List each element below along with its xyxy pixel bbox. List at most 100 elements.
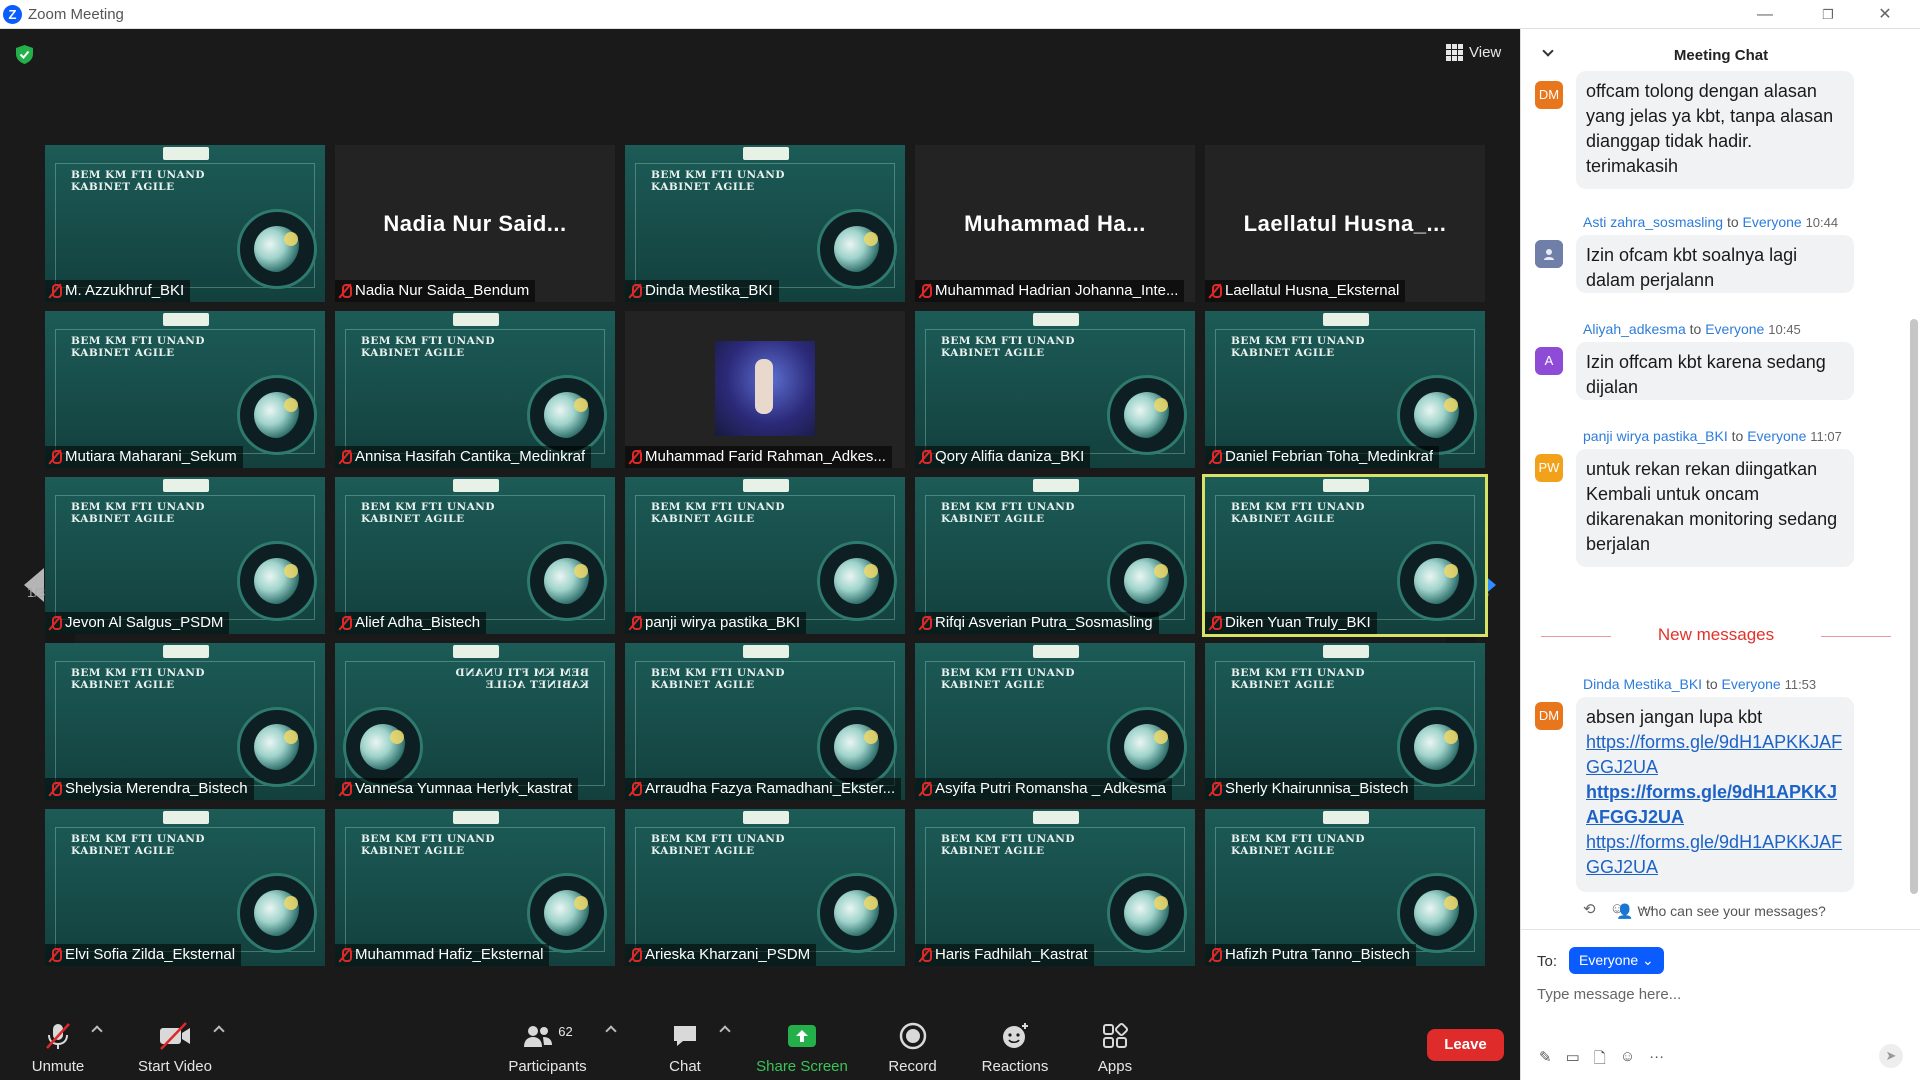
participant-tile[interactable]: BEM KM FTI UNAND KABINET AGILE Arieska Kha… bbox=[625, 809, 905, 966]
participant-tile[interactable]: Muhammad Ha... Muhammad Hadrian Johanna_I… bbox=[915, 145, 1195, 302]
participants-button[interactable]: 62 Participants bbox=[500, 1019, 595, 1076]
participant-tile[interactable]: BEM KM FTI UNAND KABINET AGILE Hafizh Putr… bbox=[1205, 809, 1485, 966]
participant-name-label: Qory Alifia daniza_BKI bbox=[915, 446, 1091, 468]
participant-tile[interactable]: BEM KM FTI UNAND KABINET AGILE Annisa Hasi… bbox=[335, 311, 615, 468]
unmute-button[interactable]: Unmute bbox=[24, 1019, 92, 1075]
virtual-background-text: BEM KM FTI UNAND KABINET AGILE bbox=[361, 833, 495, 857]
close-button[interactable]: ✕ bbox=[1862, 2, 1908, 27]
participant-tile[interactable]: BEM KM FTI UNAND KABINET AGILE M. Azzukhru… bbox=[45, 145, 325, 302]
format-text-icon[interactable]: ✎ bbox=[1539, 1048, 1552, 1073]
to-word: to bbox=[1726, 214, 1739, 230]
participant-tile[interactable]: BEM KM FTI UNAND KABINET AGILE Sherly Khai… bbox=[1205, 643, 1485, 800]
participant-name: panji wirya pastika_BKI bbox=[645, 614, 801, 631]
muted-mic-icon bbox=[49, 615, 62, 631]
chat-message-list[interactable]: DM offcam tolong dengan alasan yang jela… bbox=[1521, 69, 1911, 923]
reactions-button[interactable]: Reactions bbox=[975, 1019, 1055, 1075]
restore-button[interactable]: ❐ bbox=[1805, 2, 1851, 27]
virtual-background-text: BEM KM FTI UNAND KABINET AGILE bbox=[361, 335, 495, 359]
audio-options-caret-icon[interactable] bbox=[91, 1025, 103, 1037]
participant-tile[interactable]: Nadia Nur Said... Nadia Nur Saida_Bendum bbox=[335, 145, 615, 302]
participant-name: Arieska Kharzani_PSDM bbox=[645, 946, 811, 963]
view-button[interactable]: View bbox=[1446, 41, 1501, 63]
virtual-background-text: BEM KM FTI UNAND KABINET AGILE bbox=[651, 169, 785, 193]
participant-tile[interactable]: BEM KM FTI UNAND KABINET AGILE Mutiara Mah… bbox=[45, 311, 325, 468]
participant-display-name: Laellatul Husna_... bbox=[1243, 211, 1447, 236]
avatar: A bbox=[1535, 347, 1563, 375]
video-off-icon bbox=[160, 1022, 190, 1050]
wolf-emblem-icon bbox=[1107, 541, 1187, 621]
participant-tile[interactable]: BEM KM FTI UNAND KABINET AGILE Elvi Sofia … bbox=[45, 809, 325, 966]
meeting-area: View 1/3 1/3 BEM KM FTI UNANDKABINET AGI… bbox=[0, 29, 1520, 1080]
participant-name: Muhammad Farid Rahman_Adkes... bbox=[645, 448, 886, 465]
sender-name[interactable]: panji wirya pastika_BKI bbox=[1583, 428, 1728, 444]
bg-line-2: KABINET AGILE bbox=[651, 181, 755, 193]
participant-tile[interactable]: BEM KM FTI UNAND KABINET AGILE Vannesa Yum… bbox=[335, 643, 615, 800]
participant-tile[interactable]: BEM KM FTI UNAND KABINET AGILE Muhammad Ha… bbox=[335, 809, 615, 966]
encryption-shield-icon[interactable] bbox=[16, 45, 33, 64]
share-screen-button[interactable]: Share Screen bbox=[752, 1019, 852, 1075]
bem-logos-icon bbox=[1323, 313, 1369, 326]
minimize-button[interactable]: — bbox=[1742, 2, 1788, 27]
participant-tile[interactable]: BEM KM FTI UNAND KABINET AGILE Daniel Febr… bbox=[1205, 311, 1485, 468]
person-eye-icon: 👤 bbox=[1616, 903, 1634, 919]
bg-line-1: BEM KM FTI UNAND bbox=[1231, 667, 1365, 679]
message-input[interactable]: Type message here... bbox=[1537, 986, 1681, 1003]
muted-mic-icon bbox=[339, 947, 352, 963]
wolf-emblem-icon bbox=[817, 209, 897, 289]
message-bubble: Izin ofcam kbt soalnya lagi dalam perjal… bbox=[1576, 235, 1854, 293]
participant-name-label: Elvi Sofia Zilda_Eksternal bbox=[45, 944, 242, 966]
participant-name: M. Azzukhruf_BKI bbox=[65, 282, 185, 299]
participant-tile[interactable]: BEM KM FTI UNAND KABINET AGILE Dinda Mesti… bbox=[625, 145, 905, 302]
participant-tile[interactable]: BEM KM FTI UNAND KABINET AGILE Alief Adha_… bbox=[335, 477, 615, 634]
who-can-see-link[interactable]: 👤 Who can see your messages? bbox=[1521, 903, 1920, 920]
sender-name[interactable]: Aliyah_adkesma bbox=[1583, 321, 1686, 337]
participant-tile[interactable]: BEM KM FTI UNAND KABINET AGILE panji wirya… bbox=[625, 477, 905, 634]
start-video-button[interactable]: Start Video bbox=[130, 1019, 220, 1075]
participant-tile[interactable]: BEM KM FTI UNAND KABINET AGILE Qory Alifia… bbox=[915, 311, 1195, 468]
more-tools-icon[interactable]: ··· bbox=[1649, 1048, 1664, 1073]
leave-button[interactable]: Leave bbox=[1427, 1029, 1504, 1061]
muted-mic-icon bbox=[1209, 615, 1222, 631]
send-icon[interactable]: ➤ bbox=[1879, 1044, 1903, 1068]
participant-tile[interactable]: BEM KM FTI UNAND KABINET AGILE Jevon Al Sa… bbox=[45, 477, 325, 634]
form-link[interactable]: https://forms.gle/9dH1APKKJAFGGJ2UA bbox=[1586, 780, 1844, 830]
participant-tile[interactable]: BEM KM FTI UNAND KABINET AGILE Rifqi Asver… bbox=[915, 477, 1195, 634]
participant-name: Muhammad Hadrian Johanna_Inte... bbox=[935, 282, 1179, 299]
sender-name[interactable]: Dinda Mestika_BKI bbox=[1583, 676, 1702, 692]
participant-tile[interactable]: Laellatul Husna_... Laellatul Husna_Ekste… bbox=[1205, 145, 1485, 302]
emoji-icon[interactable]: ☺ bbox=[1620, 1048, 1635, 1073]
participant-tile[interactable]: BEM KM FTI UNAND KABINET AGILE Haris Fadhi… bbox=[915, 809, 1195, 966]
chat-button[interactable]: Chat bbox=[660, 1019, 710, 1075]
participants-icon bbox=[524, 1026, 553, 1047]
to-word: to bbox=[1689, 321, 1702, 337]
chat-bubble-icon bbox=[674, 1026, 696, 1046]
chat-options-caret-icon[interactable] bbox=[719, 1025, 731, 1037]
screenshot-icon[interactable]: ▭ bbox=[1566, 1048, 1580, 1073]
apps-button[interactable]: Apps bbox=[1090, 1019, 1140, 1075]
participant-tile[interactable]: BEM KM FTI UNAND KABINET AGILE Shelysia Me… bbox=[45, 643, 325, 800]
message-bubble: untuk rekan rekan diingatkan Kembali unt… bbox=[1576, 449, 1854, 567]
muted-mic-icon bbox=[49, 449, 62, 465]
bg-line-1: BEM KM FTI UNAND bbox=[651, 667, 785, 679]
bem-logos-icon bbox=[453, 811, 499, 824]
form-link[interactable]: https://forms.gle/9dH1APKKJAFGGJ2UA bbox=[1586, 830, 1844, 880]
participant-tile[interactable]: BEM KM FTI UNAND KABINET AGILE Arraudha Fa… bbox=[625, 643, 905, 800]
participant-tile[interactable]: Muhammad Farid Rahman_Adkes... bbox=[625, 311, 905, 468]
bem-logos-icon bbox=[163, 645, 209, 658]
message-bubble: absen jangan lupa kbt https://forms.gle/… bbox=[1576, 697, 1854, 892]
bem-logos-icon bbox=[743, 811, 789, 824]
chat-scrollbar[interactable] bbox=[1910, 319, 1918, 894]
participant-tile[interactable]: BEM KM FTI UNAND KABINET AGILE Diken Yuan … bbox=[1202, 474, 1488, 637]
wolf-emblem-icon bbox=[343, 707, 423, 787]
participant-name: Diken Yuan Truly_BKI bbox=[1225, 614, 1371, 631]
record-button[interactable]: Record bbox=[885, 1019, 940, 1075]
muted-mic-icon bbox=[919, 283, 932, 299]
participants-options-caret-icon[interactable] bbox=[605, 1025, 617, 1037]
bem-logos-icon bbox=[743, 147, 789, 160]
form-link[interactable]: https://forms.gle/9dH1APKKJAFGGJ2UA bbox=[1586, 730, 1844, 780]
file-icon[interactable]: 🗋 bbox=[1594, 1048, 1606, 1073]
virtual-background-text: BEM KM FTI UNAND KABINET AGILE bbox=[941, 335, 1075, 359]
participant-tile[interactable]: BEM KM FTI UNAND KABINET AGILE Asyifa Putr… bbox=[915, 643, 1195, 800]
recipient-dropdown[interactable]: Everyone ⌄ bbox=[1569, 947, 1664, 974]
sender-name[interactable]: Asti zahra_sosmasling bbox=[1583, 214, 1723, 230]
